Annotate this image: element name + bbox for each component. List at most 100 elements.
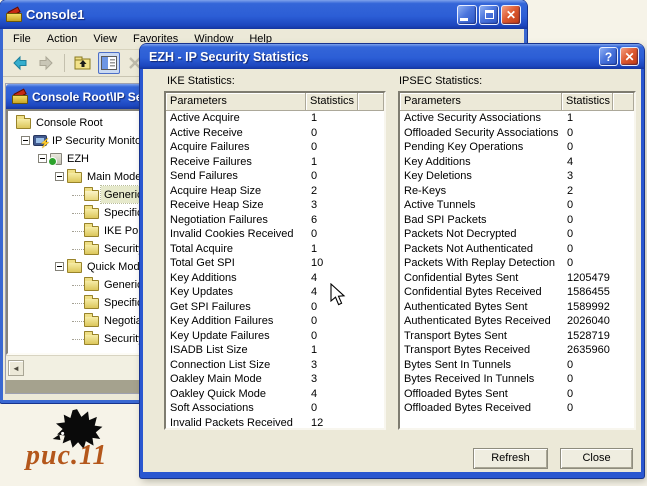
table-row[interactable]: Receive Failures1 bbox=[166, 155, 384, 170]
mmc-child-icon bbox=[12, 90, 27, 104]
table-row[interactable]: Active Security Associations1 bbox=[400, 111, 634, 126]
parameter-cell: Invalid Packets Received bbox=[166, 416, 306, 431]
menu-item-action[interactable]: Action bbox=[39, 29, 86, 49]
table-row[interactable]: Oakley Main Mode3 bbox=[166, 372, 384, 387]
refresh-button[interactable]: Refresh bbox=[473, 448, 548, 469]
table-row[interactable]: Bytes Received In Tunnels0 bbox=[400, 372, 634, 387]
table-row[interactable]: Key Additions4 bbox=[400, 155, 634, 170]
parameter-cell: Active Tunnels bbox=[400, 198, 562, 213]
table-row[interactable]: Send Failures0 bbox=[166, 169, 384, 184]
table-row[interactable]: Key Deletions3 bbox=[400, 169, 634, 184]
table-row[interactable]: Connection List Size3 bbox=[166, 358, 384, 373]
table-row[interactable]: Negotiation Failures6 bbox=[166, 213, 384, 228]
parameter-cell: Soft Associations bbox=[166, 401, 306, 416]
ipsec-column-header-statistics[interactable]: Statistics bbox=[562, 93, 613, 111]
back-arrow-icon bbox=[12, 55, 28, 71]
close-button[interactable]: ✕ bbox=[501, 5, 521, 25]
parameter-cell: Offloaded Bytes Received bbox=[400, 401, 562, 416]
forward-button[interactable] bbox=[35, 52, 57, 74]
table-row[interactable]: Active Acquire1 bbox=[166, 111, 384, 126]
table-row[interactable]: Bytes Sent In Tunnels0 bbox=[400, 358, 634, 373]
expand-collapse-icon[interactable] bbox=[38, 154, 47, 163]
tree-guide-line bbox=[72, 303, 84, 304]
folder-icon bbox=[67, 262, 82, 273]
table-row[interactable]: Re-Keys2 bbox=[400, 184, 634, 199]
table-row[interactable]: ISADB List Size1 bbox=[166, 343, 384, 358]
table-row[interactable]: Active Tunnels0 bbox=[400, 198, 634, 213]
table-row[interactable]: Offloaded Security Associations0 bbox=[400, 126, 634, 141]
puc11-logo: puc.11 bbox=[22, 408, 152, 478]
table-row[interactable]: Packets Not Authenticated0 bbox=[400, 242, 634, 257]
console-window-title: Console1 bbox=[26, 7, 455, 22]
statistic-cell: 0 bbox=[562, 227, 613, 242]
back-button[interactable] bbox=[9, 52, 31, 74]
table-row[interactable]: Total Get SPI10 bbox=[166, 256, 384, 271]
statistic-cell: 0 bbox=[306, 314, 358, 329]
show-hide-console-tree-button[interactable] bbox=[98, 52, 120, 74]
table-row[interactable]: Transport Bytes Received2635960 bbox=[400, 343, 634, 358]
expand-collapse-icon[interactable] bbox=[55, 262, 64, 271]
parameter-cell: Active Security Associations bbox=[400, 111, 562, 126]
statistic-cell: 3 bbox=[306, 372, 358, 387]
table-row[interactable]: Key Additions4 bbox=[166, 271, 384, 286]
table-row[interactable]: Confidential Bytes Received1586455 bbox=[400, 285, 634, 300]
forward-arrow-icon bbox=[38, 55, 54, 71]
dialog-close-button[interactable]: ✕ bbox=[620, 47, 639, 66]
menu-item-view[interactable]: View bbox=[85, 29, 125, 49]
parameter-cell: Receive Heap Size bbox=[166, 198, 306, 213]
parameter-cell: Total Acquire bbox=[166, 242, 306, 257]
table-row[interactable]: Oakley Quick Mode4 bbox=[166, 387, 384, 402]
statistic-cell: 1 bbox=[562, 111, 613, 126]
table-row[interactable]: Transport Bytes Sent1528719 bbox=[400, 329, 634, 344]
table-row[interactable]: Packets Not Decrypted0 bbox=[400, 227, 634, 242]
table-row[interactable]: Get SPI Failures0 bbox=[166, 300, 384, 315]
table-row[interactable]: Acquire Failures0 bbox=[166, 140, 384, 155]
ike-column-header-statistics[interactable]: Statistics bbox=[306, 93, 358, 111]
ipsec-column-header-empty bbox=[613, 93, 634, 111]
statistic-cell: 0 bbox=[562, 256, 613, 271]
maximize-icon bbox=[485, 10, 494, 19]
close-dialog-button[interactable]: Close bbox=[560, 448, 633, 469]
table-row[interactable]: Authenticated Bytes Received2026040 bbox=[400, 314, 634, 329]
expand-collapse-icon[interactable] bbox=[21, 136, 30, 145]
table-row[interactable]: Key Addition Failures0 bbox=[166, 314, 384, 329]
statistic-cell: 1205479 bbox=[562, 271, 613, 286]
table-row[interactable]: Acquire Heap Size2 bbox=[166, 184, 384, 199]
folder-icon bbox=[84, 208, 99, 219]
maximize-button[interactable] bbox=[479, 5, 499, 25]
table-row[interactable]: Invalid Packets Received12 bbox=[166, 416, 384, 431]
table-row[interactable]: Active Receive0 bbox=[166, 126, 384, 141]
help-button[interactable]: ? bbox=[599, 47, 618, 66]
menu-item-file[interactable]: File bbox=[5, 29, 39, 49]
statistic-cell: 0 bbox=[562, 358, 613, 373]
table-row[interactable]: Soft Associations0 bbox=[166, 401, 384, 416]
console-tree-icon bbox=[101, 56, 117, 70]
ike-statistics-table: Parameters Statistics Active Acquire1Act… bbox=[164, 91, 386, 430]
table-row[interactable]: Offloaded Bytes Received0 bbox=[400, 401, 634, 416]
expand-collapse-icon[interactable] bbox=[55, 172, 64, 181]
parameter-cell: Bytes Sent In Tunnels bbox=[400, 358, 562, 373]
folder-icon bbox=[16, 118, 31, 129]
table-row[interactable]: Receive Heap Size3 bbox=[166, 198, 384, 213]
up-one-level-button[interactable] bbox=[72, 52, 94, 74]
table-row[interactable]: Key Update Failures0 bbox=[166, 329, 384, 344]
tree-item-label: EZH bbox=[64, 150, 92, 167]
parameter-cell: Packets Not Authenticated bbox=[400, 242, 562, 257]
table-row[interactable]: Pending Key Operations0 bbox=[400, 140, 634, 155]
scroll-left-arrow-icon[interactable]: ◄ bbox=[8, 360, 24, 376]
console-titlebar[interactable]: Console1 ✕ bbox=[0, 0, 527, 29]
ipsec-column-header-parameters[interactable]: Parameters bbox=[400, 93, 562, 111]
table-row[interactable]: Key Updates4 bbox=[166, 285, 384, 300]
minimize-button[interactable] bbox=[457, 5, 477, 25]
table-row[interactable]: Total Acquire1 bbox=[166, 242, 384, 257]
table-row[interactable]: Packets With Replay Detection0 bbox=[400, 256, 634, 271]
table-row[interactable]: Bad SPI Packets0 bbox=[400, 213, 634, 228]
dialog-titlebar[interactable]: EZH - IP Security Statistics ? ✕ bbox=[140, 44, 644, 69]
ike-column-header-parameters[interactable]: Parameters bbox=[166, 93, 306, 111]
table-row[interactable]: Offloaded Bytes Sent0 bbox=[400, 387, 634, 402]
table-row[interactable]: Confidential Bytes Sent1205479 bbox=[400, 271, 634, 286]
parameter-cell: Oakley Main Mode bbox=[166, 372, 306, 387]
statistic-cell: 0 bbox=[562, 387, 613, 402]
table-row[interactable]: Authenticated Bytes Sent1589992 bbox=[400, 300, 634, 315]
table-row[interactable]: Invalid Cookies Received0 bbox=[166, 227, 384, 242]
